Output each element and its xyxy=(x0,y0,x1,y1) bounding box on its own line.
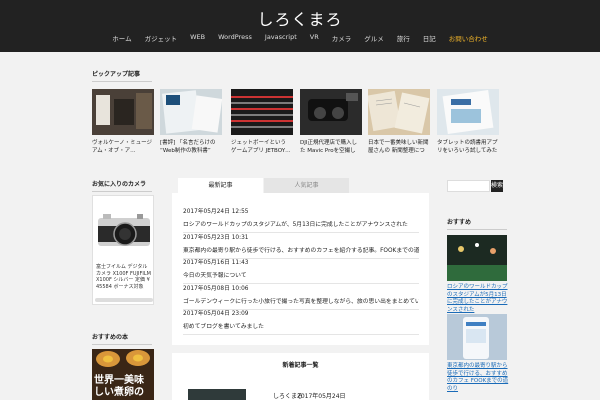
site-title[interactable]: しろくまろ xyxy=(0,6,600,30)
search-button[interactable]: 検索 xyxy=(491,180,503,192)
nav-item-gourmet[interactable]: グルメ xyxy=(364,33,384,43)
featured-caption[interactable]: DJI正規代理店で購入した Mavic Proを空撮して… xyxy=(300,139,362,155)
nav-item-camera[interactable]: カメラ xyxy=(332,33,352,43)
list-item[interactable]: 2017年05月08日 10:06 ゴールデンウィークに行った小旅行で撮った写真… xyxy=(183,283,419,310)
post-date: 2017年05月04日 23:09 xyxy=(183,311,249,317)
featured-thumbnail[interactable] xyxy=(231,89,293,135)
list-item[interactable]: 2017年05月04日 23:09 初めてブログを書いてみました xyxy=(183,308,419,335)
nav-item-gadget[interactable]: ガジェット xyxy=(145,33,178,43)
post-thumbnail[interactable] xyxy=(188,389,246,400)
featured-item[interactable]: DJI正規代理店で購入した Mavic Proを空撮して… xyxy=(300,89,362,155)
featured-heading: ピックアップ記事 xyxy=(92,69,152,82)
site-header: しろくまろ ホーム ガジェット WEB WordPress Javascript… xyxy=(0,0,600,52)
recommend-link[interactable]: ロシアのワールドカップのスタジアムが5月13日に完成したことがアナウンスされた xyxy=(447,284,509,314)
featured-item[interactable]: [書評] 「名言だらけの “Web制作の教科書” は… xyxy=(160,89,222,155)
post-date: 2017年05月23日 10:31 xyxy=(183,235,249,241)
featured-item[interactable]: ジェットボーイという ゲームアプリ JETBOY… xyxy=(231,89,293,155)
post-date: 2017年05月24日 xyxy=(297,393,346,400)
featured-thumbnail[interactable] xyxy=(368,89,430,135)
nav-item-home[interactable]: ホーム xyxy=(112,33,131,43)
post-title[interactable]: 初めてブログを書いてみました xyxy=(183,321,419,330)
featured-thumbnail[interactable] xyxy=(437,89,499,135)
list-item[interactable]: 2017年05月16日 11:43 今日の天気予報について xyxy=(183,257,419,284)
camera-description[interactable]: 富士フイルム デジタルカメラ X100F FUJIFILM X100F シルバー… xyxy=(96,264,152,290)
main-nav: ホーム ガジェット WEB WordPress Javascript VR カメ… xyxy=(0,33,600,43)
nav-item-javascript[interactable]: Javascript xyxy=(265,33,297,43)
recommend-link[interactable]: 東京都内の最寄り駅から徒歩で行ける、おすすめのカフェ FOOKまでの道のり xyxy=(447,363,509,393)
book-widget-heading: おすすめの本 xyxy=(92,332,152,345)
nav-item-vr[interactable]: VR xyxy=(310,33,319,43)
nav-item-web[interactable]: WEB xyxy=(190,33,205,43)
camera-widget[interactable]: 富士フイルム デジタルカメラ X100F FUJIFILM X100F シルバー… xyxy=(92,195,154,305)
camera-widget-heading: お気に入りのカメラ xyxy=(92,179,152,192)
book-cover-image[interactable]: 世界一美味しい煮卵の xyxy=(92,349,154,400)
post-title[interactable]: ゴールデンウィークに行った小旅行で撮った写真を整理しながら、旅の思い出をまとめて… xyxy=(183,296,419,305)
featured-thumbnail[interactable] xyxy=(300,89,362,135)
recommend-thumbnail[interactable] xyxy=(447,235,507,281)
book-cover-text: 世界一美味しい煮卵の xyxy=(94,375,144,398)
camera-image[interactable] xyxy=(95,208,153,252)
recommend-heading: おすすめ xyxy=(447,217,507,230)
new-posts-heading: 新着記事一覧 xyxy=(282,362,319,369)
nav-item-wordpress[interactable]: WordPress xyxy=(218,33,252,43)
list-item[interactable]: 2017年05月24日 12:55 ロシアのワールドカップのスタジアムが、5月1… xyxy=(183,206,419,233)
featured-item[interactable]: タブレットの読書用アプリをいろいろ試してみた 感想について… xyxy=(437,89,499,155)
post-tabs: 最新記事 人気記事 xyxy=(178,178,349,193)
tab-latest[interactable]: 最新記事 xyxy=(178,178,263,193)
featured-item[interactable]: ヴォルケーノ・ミュージアム・オブ・ア… xyxy=(92,89,154,155)
horizontal-scrollbar[interactable] xyxy=(95,298,153,302)
nav-item-travel[interactable]: 旅行 xyxy=(397,33,410,43)
post-date: 2017年05月08日 10:06 xyxy=(183,286,249,292)
featured-item[interactable]: 日本で一番美味しい新聞屋さんの 新聞整理について… xyxy=(368,89,430,155)
featured-caption[interactable]: [書評] 「名言だらけの “Web制作の教科書” は… xyxy=(160,139,222,155)
post-title[interactable]: 今日の天気予報について xyxy=(183,270,419,279)
post-date: 2017年05月16日 11:43 xyxy=(183,260,249,266)
search-input[interactable] xyxy=(447,180,490,192)
post-list: 2017年05月24日 12:55 ロシアのワールドカップのスタジアムが、5月1… xyxy=(172,193,429,345)
post-title[interactable]: 東京都内の最寄り駅から徒歩で行ける、おすすめのカフェを紹介する記事。FOOKまで… xyxy=(183,245,419,254)
nav-item-diary[interactable]: 日記 xyxy=(423,33,436,43)
featured-caption[interactable]: タブレットの読書用アプリをいろいろ試してみた 感想について… xyxy=(437,139,499,155)
featured-caption[interactable]: ジェットボーイという ゲームアプリ JETBOY… xyxy=(231,139,293,155)
featured-thumbnail[interactable] xyxy=(92,89,154,135)
nav-item-contact[interactable]: お問い合わせ xyxy=(449,33,488,43)
post-date: 2017年05月24日 12:55 xyxy=(183,209,249,215)
featured-caption[interactable]: 日本で一番美味しい新聞屋さんの 新聞整理について… xyxy=(368,139,430,155)
recommend-thumbnail[interactable] xyxy=(447,314,507,360)
featured-caption[interactable]: ヴォルケーノ・ミュージアム・オブ・ア… xyxy=(92,139,154,155)
featured-thumbnail[interactable] xyxy=(160,89,222,135)
new-posts-section: 新着記事一覧 しろくまろ 2017年05月24日 xyxy=(172,353,429,400)
list-item[interactable]: 2017年05月23日 10:31 東京都内の最寄り駅から徒歩で行ける、おすすめ… xyxy=(183,232,419,259)
tab-popular[interactable]: 人気記事 xyxy=(264,178,349,193)
post-title[interactable]: ロシアのワールドカップのスタジアムが、5月13日に完成したことがアナウンスされた xyxy=(183,219,419,228)
